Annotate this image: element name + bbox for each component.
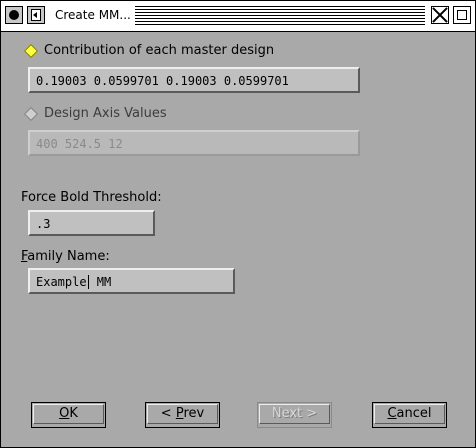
design-axis-radio[interactable] bbox=[23, 106, 39, 122]
force-bold-field[interactable]: .3 bbox=[28, 210, 155, 236]
window-title: Create MM... bbox=[55, 8, 131, 22]
family-name-label-rest: amily Name: bbox=[27, 249, 110, 264]
cancel-mnemonic: C bbox=[387, 406, 397, 421]
ok-button[interactable]: OK bbox=[31, 402, 106, 428]
maximize-icon[interactable] bbox=[453, 6, 471, 24]
family-name-value-end: MM bbox=[89, 275, 112, 289]
ok-label-rest: K bbox=[69, 406, 78, 421]
shade-icon[interactable] bbox=[27, 6, 45, 24]
contribution-radio[interactable] bbox=[23, 43, 39, 59]
family-name-field[interactable]: Example MM bbox=[28, 268, 235, 294]
cancel-label-rest: ancel bbox=[396, 406, 432, 421]
family-name-label: Family Name: bbox=[21, 249, 110, 264]
prev-button[interactable]: < Prev bbox=[145, 402, 220, 428]
window-menu-icon[interactable] bbox=[5, 6, 23, 24]
design-axis-radio-label[interactable]: Design Axis Values bbox=[44, 106, 167, 121]
prev-label-rest: rev bbox=[183, 406, 205, 421]
contribution-field[interactable]: 0.19003 0.0599701 0.19003 0.0599701 bbox=[28, 67, 360, 93]
design-axis-field: 400 524.5 12 bbox=[28, 130, 360, 156]
title-bar[interactable]: Create MM... bbox=[1, 1, 475, 32]
force-bold-label: Force Bold Threshold: bbox=[21, 190, 162, 205]
next-button: Next > bbox=[257, 402, 332, 428]
cancel-button[interactable]: Cancel bbox=[372, 402, 447, 428]
ok-mnemonic: O bbox=[59, 406, 70, 421]
prev-prefix: < bbox=[160, 406, 176, 421]
close-icon[interactable] bbox=[431, 6, 449, 24]
contribution-radio-label[interactable]: Contribution of each master design bbox=[44, 43, 274, 58]
create-mm-dialog: Create MM... Contribution of each master… bbox=[0, 0, 476, 448]
next-label: Next > bbox=[259, 404, 330, 424]
family-name-value-start: Example bbox=[36, 275, 87, 289]
title-bar-stripes bbox=[135, 6, 425, 25]
text-caret bbox=[87, 275, 89, 289]
